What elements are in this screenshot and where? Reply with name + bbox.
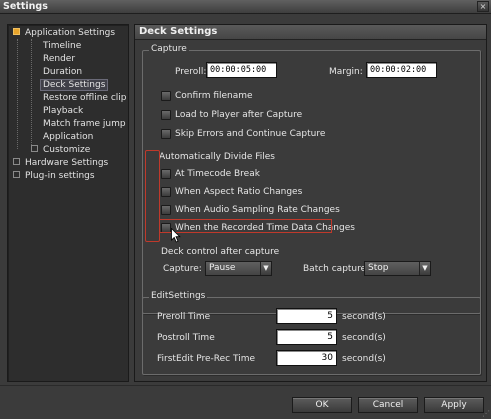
capture-legend: Capture [149,44,189,54]
tree-item-hardware-settings[interactable]: Hardware Settings [13,157,108,169]
dialog-button-bar: OK Cancel Apply ⋰ [0,385,491,419]
collapsed-node-icon[interactable] [31,145,38,152]
batch-capture-value: Stop [368,263,389,273]
preroll-time-label: Preroll Time [157,312,211,322]
preroll-time-field[interactable]: 5 [276,308,337,324]
tree-item-render[interactable]: Render [43,53,75,65]
dropdown-arrow-icon[interactable]: ▼ [260,262,271,275]
tree-item-deck-settings[interactable]: Deck Settings [39,79,109,91]
tree-item-restore-offline-clip[interactable]: Restore offline clip [43,92,126,104]
postroll-time-field[interactable]: 5 [276,329,337,345]
tree-item-duration[interactable]: Duration [43,66,82,78]
auto-divide-label: Automatically Divide Files [159,152,275,162]
tree-item-playback[interactable]: Playback [43,105,83,117]
tree-item-application-settings[interactable]: Application Settings [13,27,115,39]
checkbox-box[interactable] [161,110,171,120]
settings-tree: Application Settings Timeline Render Dur… [7,24,129,382]
tree-item-plugin-settings[interactable]: Plug-in settings [13,170,95,182]
deck-settings-panel: Deck Settings Capture Preroll: 00:00:05:… [134,24,487,382]
tree-connector [17,39,18,149]
preroll-timecode-field[interactable]: 00:00:05:00 [206,62,277,78]
margin-timecode-field[interactable]: 00:00:02:00 [366,62,437,78]
batch-capture-label: Batch capture: [303,264,370,274]
tree-item-customize[interactable]: Customize [31,144,90,156]
dropdown-arrow-icon[interactable]: ▼ [419,262,430,275]
highlight-box [145,150,160,242]
firstedit-unit: second(s) [342,354,386,364]
close-icon[interactable]: × [477,1,489,12]
resize-grip-icon[interactable]: ⋰ [482,409,490,418]
window-title: Settings [3,1,48,12]
capture-action-select[interactable]: Pause ▼ [205,261,272,276]
ok-button[interactable]: OK [292,397,352,413]
folder-expanded-icon[interactable] [13,28,20,35]
tree-item-timeline[interactable]: Timeline [43,40,81,52]
cancel-button[interactable]: Cancel [358,397,418,413]
tree-item-match-frame-jump[interactable]: Match frame jump [43,118,126,130]
collapsed-node-icon[interactable] [13,158,20,165]
panel-header: Deck Settings [135,25,486,40]
panel-title: Deck Settings [139,26,218,37]
checkbox-box[interactable] [161,169,171,179]
deck-control-label: Deck control after capture [161,247,280,257]
firstedit-prerec-field[interactable]: 30 [276,350,337,366]
firstedit-prerec-label: FirstEdit Pre-Rec Time [157,354,256,364]
preroll-label: Preroll: [175,67,207,77]
window-titlebar: Settings × [0,0,491,14]
postroll-unit: second(s) [342,333,386,343]
checkbox-box[interactable] [161,205,171,215]
collapsed-node-icon[interactable] [13,171,20,178]
tree-item-application[interactable]: Application [43,131,93,143]
checkbox-box[interactable] [161,187,171,197]
apply-button[interactable]: Apply [424,397,484,413]
preroll-unit: second(s) [342,312,386,322]
edit-settings-legend: EditSettings [149,291,208,301]
postroll-time-label: Postroll Time [157,333,215,343]
highlight-box-extension [160,219,332,233]
checkbox-box[interactable] [161,91,171,101]
tree-connector [31,39,32,147]
batch-capture-select[interactable]: Stop ▼ [364,261,431,276]
capture-combo-label: Capture: [163,264,202,274]
checkbox-box[interactable] [161,129,171,139]
margin-label: Margin: [329,67,363,77]
mouse-cursor-icon [171,228,181,243]
capture-action-value: Pause [209,263,236,273]
